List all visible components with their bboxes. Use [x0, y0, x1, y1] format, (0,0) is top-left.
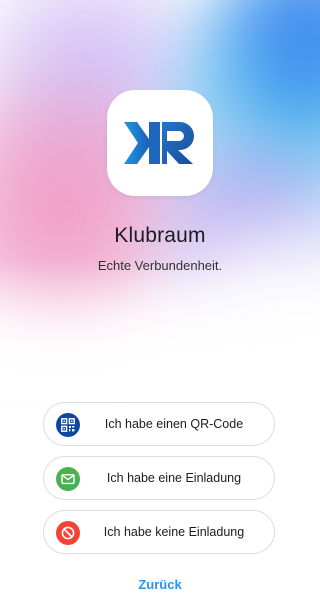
qr-code-button-label: Ich habe einen QR-Code: [104, 417, 244, 431]
block-icon: [61, 526, 75, 540]
invitation-button[interactable]: Ich habe eine Einladung: [43, 456, 275, 500]
klubraum-logo-icon: [124, 122, 194, 164]
qr-code-button[interactable]: Ich habe einen QR-Code: [43, 402, 275, 446]
invitation-button-label: Ich habe eine Einladung: [106, 471, 242, 485]
app-tagline: Echte Verbundenheit.: [97, 258, 223, 273]
no-invitation-button-label: Ich habe keine Einladung: [103, 525, 245, 539]
mail-icon: [61, 474, 75, 485]
no-invitation-button[interactable]: Ich habe keine Einladung: [43, 510, 275, 554]
app-logo: [107, 90, 213, 196]
background-fade: [0, 260, 320, 400]
app-name: Klubraum: [114, 224, 206, 247]
back-button[interactable]: Zurück: [0, 577, 320, 592]
qr-code-icon: [61, 418, 75, 432]
